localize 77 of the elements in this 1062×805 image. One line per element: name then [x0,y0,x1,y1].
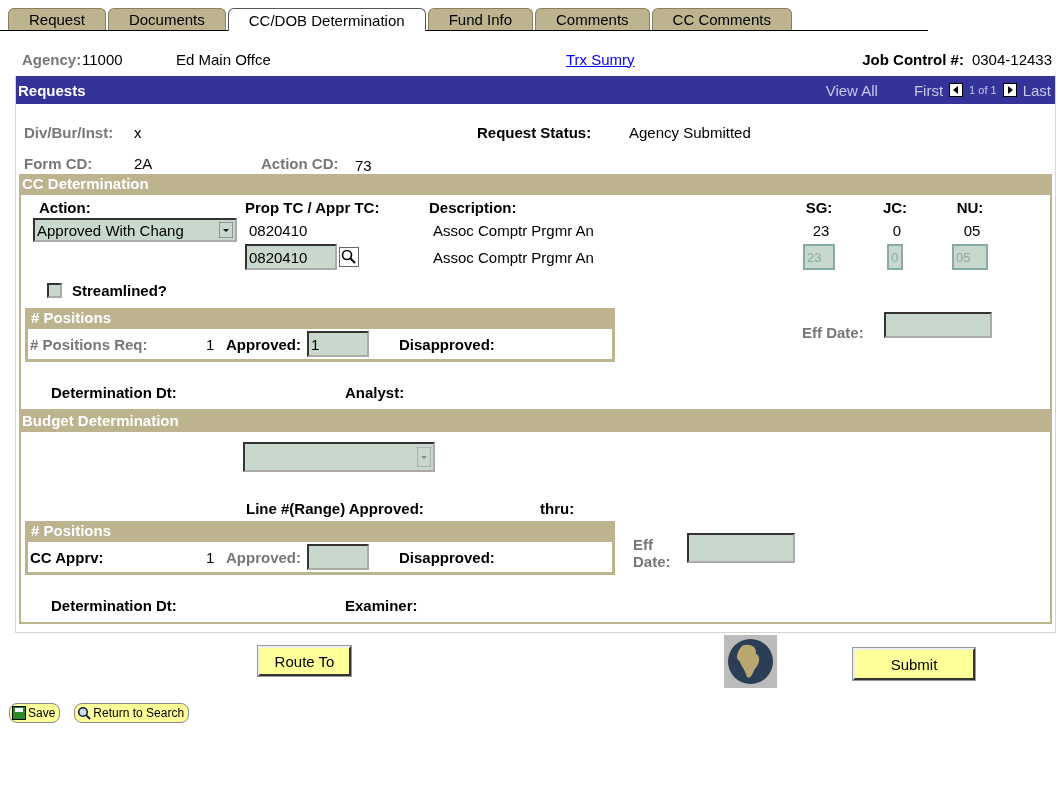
eff-date-label: Eff Date: [802,324,864,341]
eff-date-field[interactable] [883,311,992,338]
analyst-label: Analyst: [345,384,405,401]
tab[interactable]: CC/DOB Determination [227,8,426,31]
nu-value: 05 [962,221,982,239]
eff-date-field[interactable] [687,533,795,563]
description: Assoc Comptr Prgmr An [432,248,595,266]
column-header: Description: [429,199,518,216]
action-dropdown[interactable]: Approved With Chang [33,218,237,242]
submit-button[interactable]: Submit [853,648,975,680]
prop-tc-value: 0820410 [248,221,309,239]
last-link[interactable]: Last [1022,81,1051,99]
description: Assoc Comptr Prgmr An [432,221,595,239]
action-cd-value: 73 [355,156,372,174]
agency-name: Ed Main Offce [176,50,272,68]
examiner-label: Examiner: [345,597,418,614]
disapproved-label: Disapproved: [399,335,495,353]
tab[interactable]: Fund Info [427,8,534,30]
page-count: 1 of 1 [969,84,997,96]
positions-req-label: # Positions Req: [30,335,149,353]
job-control-label: Job Control #: [862,50,964,68]
approved-label: Approved: [226,335,301,353]
tab[interactable]: Documents [107,8,226,30]
section-header: CC Determination [19,174,1052,195]
agency-value: 11000 [82,50,124,68]
status-label: Request Status: [477,123,593,141]
requests-title: Requests [18,81,86,99]
checkbox[interactable] [47,283,62,298]
save-button[interactable]: Save [9,703,61,723]
appr-tc-field[interactable]: 0820410 [245,244,337,270]
form-value: 2A [134,154,154,172]
line-range-label: Line #(Range) Approved: [246,500,425,517]
view-all-link[interactable]: View All [825,81,878,99]
form-label: Form CD: [24,154,94,172]
approved-label: Approved: [226,548,301,566]
tab[interactable]: Comments [535,8,650,30]
next-icon[interactable] [1002,83,1017,97]
job-control-value: 0304-12433 [971,50,1052,68]
dropdown-arrow-icon [219,222,233,238]
cc-apprv-label: CC Apprv: [30,548,105,566]
first-link[interactable]: First [913,81,944,99]
return-to-search-button[interactable]: Return to Search [74,703,190,723]
column-header: Action: [38,199,92,216]
section-header: Budget Determination [19,411,1052,432]
tab[interactable]: Request [8,8,106,30]
column-header: Prop TC / Appr TC: [245,199,381,216]
route-to-button[interactable]: Route To [258,646,351,676]
approved-field[interactable] [307,544,369,570]
agency-label: Agency: [22,50,82,68]
determination-dt-label: Determination Dt: [51,384,178,401]
approved-field[interactable]: 1 [307,331,369,357]
globe-icon[interactable] [724,634,777,688]
positions-header: # Positions [28,308,612,329]
budget-dropdown[interactable] [243,442,435,472]
jc-value: 0 [891,221,903,239]
search-icon [77,706,92,720]
thru-label: thru: [540,500,575,517]
dropdown-arrow-icon [417,447,431,467]
cc-apprv-value: 1 [206,548,216,566]
search-icon[interactable] [339,247,359,267]
column-header: NU: [955,199,985,216]
positions-header: # Positions [28,521,612,542]
column-header: SG: [804,199,834,216]
disapproved-label: Disapproved: [399,548,495,566]
tab[interactable]: CC Comments [651,8,792,30]
positions-req-value: 1 [206,335,216,353]
previous-icon[interactable] [949,83,964,97]
column-header: JC: [881,199,909,216]
eff-date-label: Eff Date: [633,536,672,570]
summary-link[interactable]: Trx Sumry [566,50,635,68]
streamlined-label: Streamlined? [72,282,168,299]
action-cd-label: Action CD: [261,154,340,172]
status-value: Agency Submitted [629,123,751,141]
div-label: Div/Bur/Inst: [24,123,115,141]
div-value: x [134,123,143,141]
sg-value: 23 [811,221,831,239]
determination-dt-label: Determination Dt: [51,597,178,614]
